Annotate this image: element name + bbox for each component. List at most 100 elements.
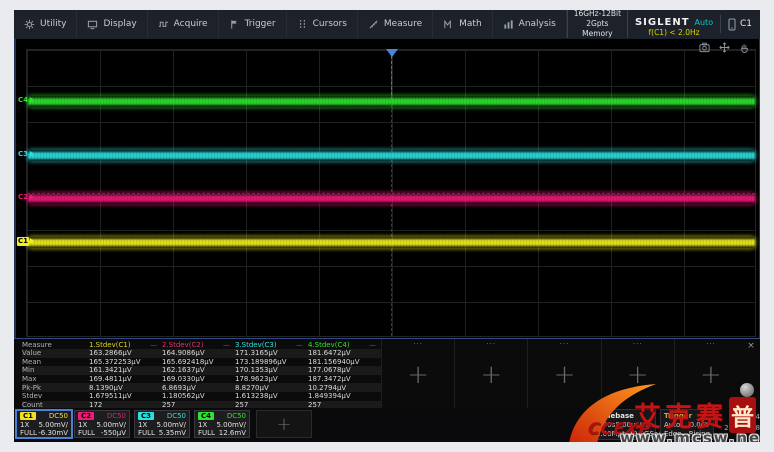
slot-menu-dots[interactable]: ··· [675,341,747,348]
timebase-box[interactable]: Timebase 0.00s5.00us/div 2.00Mpts40.0GSa… [592,409,656,440]
slot-menu-dots[interactable]: ··· [528,341,600,348]
measure-rows: Value163.2866µV164.9086µV171.3165µV181.6… [22,349,381,409]
measure-table: Measure 1.Stdev(C1)— 2.Stdev(C2)— 3.Stde… [22,340,381,409]
measure-panel: Measure 1.Stdev(C1)— 2.Stdev(C2)— 3.Stde… [14,338,760,408]
probe-attenuation: 1X [20,421,29,429]
measure-row: Min161.3421µV162.1637µV170.1353µV177.067… [22,366,381,375]
add-measurement-slot[interactable]: ··· + [454,339,527,409]
bottom-bar: C1DC50 1X5.00mV/ FULL-6.30mV C2DC50 1X5.… [14,408,760,442]
menu-analysis[interactable]: Analysis [493,10,567,38]
trace-c3 [28,150,755,161]
measure-table-title: Measure [22,341,89,349]
menu-acquire[interactable]: Acquire [148,10,219,38]
menu-label: Measure [384,19,422,29]
header-divider [720,15,721,33]
menu-display[interactable]: Display [77,10,147,38]
trace-c1 [28,237,755,248]
bandwidth-limit: FULL [20,429,37,437]
menu-measure[interactable]: Measure [358,10,433,38]
channel-marker-c1[interactable]: C1 [17,236,34,246]
hand-icon[interactable] [739,42,750,53]
add-measurement-slot[interactable]: ··· + [601,339,674,409]
slot-menu-dots[interactable]: ··· [382,341,454,348]
menu-label: Acquire [174,19,208,29]
measure-cell: 177.0678µV [308,366,381,374]
menu-cursors[interactable]: Cursors [287,10,358,38]
bandwidth-limit: FULL [138,429,155,437]
histogram-icon[interactable]: — [150,341,157,349]
plus-icon: + [276,416,291,434]
measure-row-label: Min [22,366,89,374]
measure-cell: 161.3421µV [89,366,162,374]
pan-icon[interactable] [719,42,730,53]
measure-cell: 169.0330µV [162,375,235,383]
histogram-icon[interactable]: — [369,341,376,349]
menu-utility[interactable]: Utility [14,10,77,38]
sample-rate: 40.0GSa/s [628,430,664,438]
channel-marker-c2[interactable]: C2 [17,192,34,202]
add-channel-slot[interactable]: + [256,410,312,438]
channel-status-c1[interactable]: C1DC50 1X5.00mV/ FULL-6.30mV [16,410,72,438]
measure-cell: 1.679511µV [89,392,162,400]
cursors-icon [297,19,308,30]
add-measurement-slot[interactable]: ···+ [381,339,454,409]
waveform-area: C4 C3 C2 C1 [14,38,760,338]
trigger-position-line [391,56,392,100]
add-measurement-slot[interactable]: ···+ [527,339,600,409]
channel-badge: C4 [198,412,214,420]
menu-label: Math [459,19,482,29]
histogram-icon[interactable]: — [296,341,303,349]
channel-status-c4[interactable]: C4DC50 1X5.00mV/ FULL12.6mV [194,410,250,438]
plus-icon: + [700,362,722,388]
menu-math[interactable]: Math [433,10,493,38]
trigger-title: Trigger [664,412,692,420]
channel-status-c2[interactable]: C2DC50 1X5.00mV/ FULL-550µV [74,410,130,438]
trigger-slope: Rising [689,430,710,438]
timebase-title: Timebase [596,412,634,420]
measure-column-c3[interactable]: 3.Stdev(C3)— [235,341,308,349]
channel-badge: C2 [78,412,94,420]
measure-column-c2[interactable]: 2.Stdev(C2)— [162,341,235,349]
measure-header-row: Measure 1.Stdev(C1)— 2.Stdev(C2)— 3.Stde… [22,340,381,349]
header-right: 16GHz-12Bit 2Gpts Memory SIGLENTAuto f(C… [567,10,760,38]
measure-cell: 10.2794µV [308,384,381,392]
gear-icon [24,19,35,30]
measure-cell: 169.4811µV [89,375,162,383]
measure-column-c4[interactable]: 4.Stdev(C4)— [308,341,381,349]
coupling-label: DC50 [49,412,68,420]
close-icon[interactable]: × [745,341,757,351]
slot-menu-dots[interactable]: ··· [455,341,527,348]
active-channel-indicator[interactable]: C1 [728,18,752,31]
brand-logo: SIGLENT [635,17,690,28]
measure-cell: 1.613238µV [235,392,308,400]
corner-icons [699,42,750,53]
slot-menu-dots[interactable]: ··· [602,341,674,348]
add-measurement-slot[interactable]: ··· + [674,339,747,409]
trigger-box[interactable]: Trigger Auto0.00V EdgeRising [660,409,714,440]
histogram-icon[interactable]: — [223,341,230,349]
menu-label: Trigger [245,19,276,29]
channel-marker-c3[interactable]: C3 [17,149,34,159]
measure-row-label: Value [22,349,89,357]
plus-icon: + [627,362,649,388]
channel-offset: -6.30mV [38,429,68,437]
trigger-position-marker[interactable] [386,49,398,57]
math-icon [443,19,454,30]
camera-icon[interactable] [699,42,710,53]
measure-cell: 187.3472µV [308,375,381,383]
measure-cell: 6.8693µV [162,384,235,392]
plus-icon: + [480,362,502,388]
acquisition-mode-badge[interactable]: Auto [695,18,714,27]
menu-label: Utility [40,19,66,29]
phone-icon [728,18,736,31]
probe-attenuation: 1X [198,421,207,429]
measure-cell: 173.189896µV [235,358,308,366]
measure-column-c1[interactable]: 1.Stdev(C1)— [89,341,162,349]
channel-marker-c4[interactable]: C4 [17,95,34,105]
menu-trigger[interactable]: Trigger [219,10,287,38]
measure-cell: 171.3165µV [235,349,308,357]
menu-label: Cursors [313,19,347,29]
measure-cell: 165.692418µV [162,358,235,366]
measure-cell: 165.372253µV [89,358,162,366]
channel-status-c3[interactable]: C3DC50 1X5.00mV/ FULL5.35mV [134,410,190,438]
